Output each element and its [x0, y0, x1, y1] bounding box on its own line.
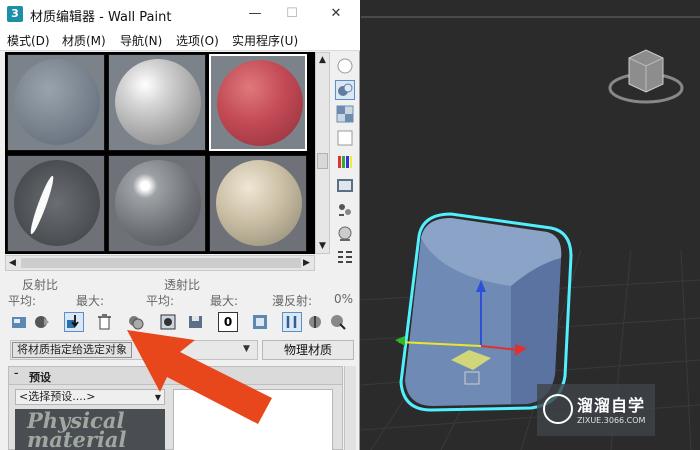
- sample-slot-active[interactable]: [209, 54, 307, 151]
- avg-label: 平均:: [146, 294, 175, 308]
- watermark-url: ZIXUE.3066.COM: [577, 416, 646, 425]
- viewport-canvas[interactable]: [361, 0, 700, 450]
- material-editor-window: 3 材质编辑器 - Wall Paint — ☐ ✕ 模式(D) 材质(M) 导…: [0, 0, 360, 450]
- sample-uv-icon[interactable]: [335, 128, 355, 148]
- sample-slots: [5, 52, 315, 254]
- ratio-section: 反射比 透射比 平均: 最大: 平均: 最大: 漫反射: 0%: [0, 274, 360, 314]
- editor-panel-scrollbar[interactable]: [344, 366, 356, 450]
- preset-swatch-image: Physical material: [15, 409, 165, 450]
- show-end-result-icon[interactable]: [282, 312, 302, 332]
- avg-label: 平均:: [8, 294, 37, 308]
- make-unique-icon[interactable]: [158, 312, 178, 332]
- go-to-parent-icon[interactable]: [305, 312, 325, 332]
- watermark-brand: 溜溜自学: [577, 396, 646, 415]
- reflect-label: 反射比: [22, 278, 59, 292]
- sample-slot[interactable]: [108, 155, 206, 252]
- scroll-up-arrow-icon[interactable]: ▲: [316, 53, 329, 67]
- menu-bar: 模式(D) 材质(M) 导航(N) 选项(O) 实用程序(U): [0, 29, 360, 51]
- presets-rollout: – 预设 <选择预设....> ▼ Physical material: [8, 366, 343, 450]
- sample-slot[interactable]: [7, 155, 105, 252]
- viewcube-icon[interactable]: [608, 49, 684, 104]
- sample-slot[interactable]: [209, 155, 307, 252]
- menu-material[interactable]: 材质(M): [62, 32, 106, 49]
- menu-utilities[interactable]: 实用程序(U): [232, 32, 298, 49]
- perspective-viewport[interactable]: 溜溜自学 ZIXUE.3066.COM: [361, 0, 700, 450]
- rollout-title: 预设: [29, 371, 51, 384]
- diffuse-percent: 0%: [334, 292, 354, 306]
- sample-slot[interactable]: [7, 54, 105, 151]
- window-title: 材质编辑器 - Wall Paint: [30, 10, 172, 25]
- maximize-button[interactable]: ☐: [281, 4, 303, 24]
- menu-mode[interactable]: 模式(D): [7, 32, 50, 49]
- watermark: 溜溜自学 ZIXUE.3066.COM: [537, 384, 655, 436]
- material-id-channel-icon[interactable]: 0: [218, 312, 238, 332]
- scroll-right-arrow-icon[interactable]: ▶: [300, 256, 313, 270]
- max-label: 最大:: [210, 294, 239, 308]
- close-button[interactable]: ✕: [325, 4, 347, 24]
- menu-options[interactable]: 选项(O): [176, 32, 219, 49]
- max-label: 最大:: [76, 294, 105, 308]
- put-to-scene-icon[interactable]: [32, 312, 52, 332]
- make-preview-icon[interactable]: [335, 176, 355, 196]
- checker-background-icon[interactable]: [335, 104, 355, 124]
- transmit-label: 透射比: [164, 278, 201, 292]
- assign-tooltip: 将材质指定给选定对象: [12, 342, 132, 358]
- diffuse-label: 漫反射:: [272, 294, 313, 308]
- slots-horizontal-scrollbar[interactable]: ◀ ▶: [5, 255, 315, 271]
- sample-slot[interactable]: [108, 54, 206, 151]
- assign-to-selection-icon[interactable]: [64, 312, 84, 332]
- preset-select[interactable]: <选择预设....> ▼: [15, 389, 165, 405]
- backlight-icon[interactable]: [335, 80, 355, 100]
- go-forward-icon[interactable]: [328, 312, 348, 332]
- preset-select-value: <选择预设....>: [19, 390, 96, 403]
- scroll-thumb[interactable]: [21, 258, 301, 268]
- options-icon[interactable]: [335, 200, 355, 220]
- make-copy-icon[interactable]: [126, 312, 146, 332]
- scroll-left-arrow-icon[interactable]: ◀: [6, 256, 19, 270]
- scroll-down-arrow-icon[interactable]: ▼: [316, 239, 329, 253]
- preset-swatch-text: Physical material: [27, 409, 127, 450]
- chevron-down-icon: ▼: [154, 393, 161, 402]
- chevron-down-icon[interactable]: ▼: [243, 344, 250, 354]
- material-toolbar: 0: [8, 310, 358, 334]
- sample-type-sphere-icon[interactable]: [335, 56, 355, 76]
- video-color-check-icon[interactable]: [335, 152, 355, 172]
- wall-paint-cube[interactable]: [399, 212, 573, 412]
- app-icon: 3: [7, 6, 23, 22]
- scroll-thumb[interactable]: [317, 153, 328, 169]
- slots-vertical-scrollbar[interactable]: ▲ ▼: [315, 52, 330, 254]
- show-shaded-icon[interactable]: [250, 312, 270, 332]
- collapse-icon: –: [14, 369, 19, 379]
- preset-preview-area: [173, 389, 333, 450]
- get-material-icon[interactable]: [10, 312, 30, 332]
- material-map-navigator-icon[interactable]: [335, 248, 355, 268]
- reset-map-icon[interactable]: [94, 312, 114, 332]
- side-toolbar: [332, 52, 358, 272]
- select-by-material-icon[interactable]: [335, 224, 355, 244]
- minimize-button[interactable]: —: [244, 4, 266, 24]
- rollout-header[interactable]: – 预设: [9, 367, 342, 385]
- menu-navigation[interactable]: 导航(N): [120, 32, 162, 49]
- put-to-library-icon[interactable]: [186, 312, 206, 332]
- title-bar: 3 材质编辑器 - Wall Paint — ☐ ✕: [0, 0, 360, 29]
- material-name-row: ✎ ▼ 将材质指定给选定对象 物理材质: [10, 340, 355, 360]
- watermark-logo-icon: [543, 394, 573, 424]
- material-type-button[interactable]: 物理材质: [262, 340, 354, 360]
